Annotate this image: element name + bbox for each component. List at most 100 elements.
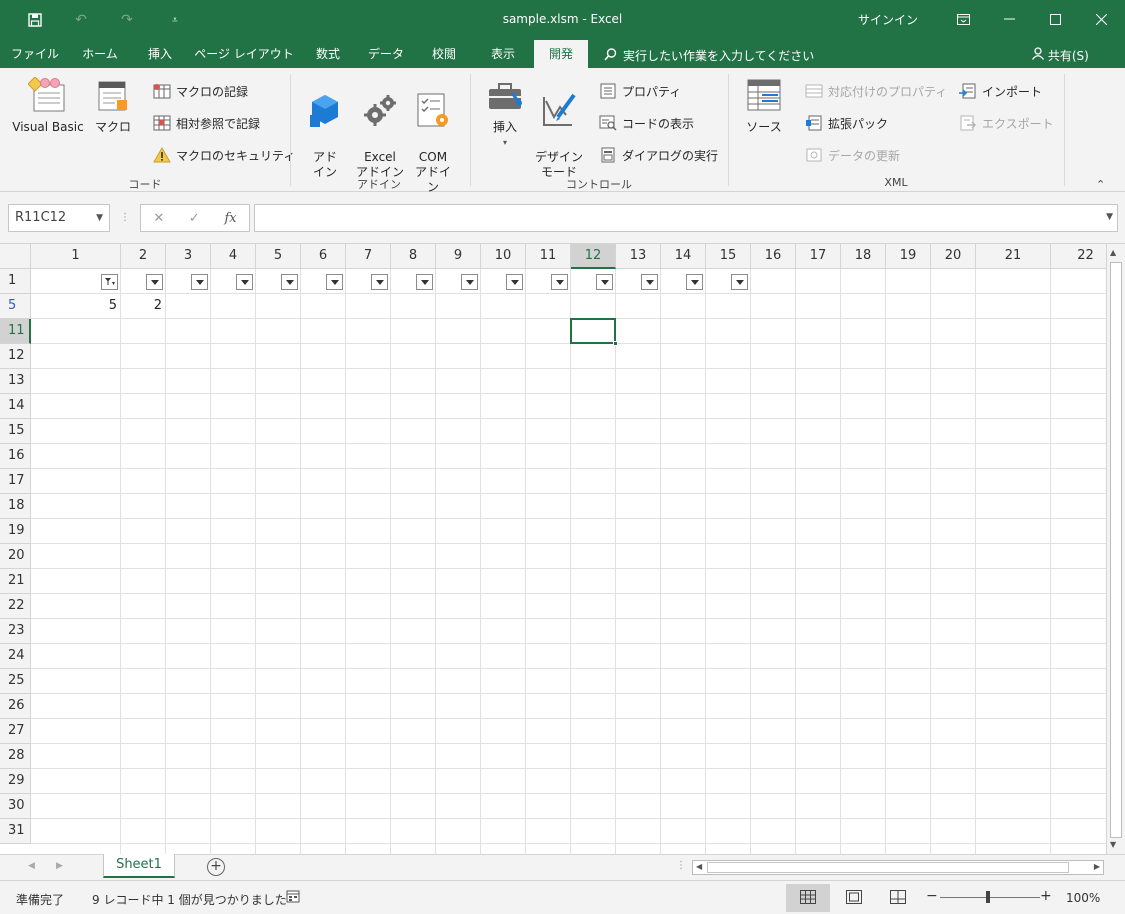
column-header-10[interactable]: 10 <box>481 244 526 269</box>
row-header-14[interactable]: 14 <box>0 394 31 419</box>
tab-insert[interactable]: 挿入 <box>136 40 184 68</box>
filter-dropdown-icon[interactable] <box>641 274 658 290</box>
expansion-packs-button[interactable]: 拡張パック <box>804 112 888 134</box>
vertical-scrollbar[interactable]: ▲ ▼ <box>1106 244 1125 854</box>
filter-dropdown-icon[interactable] <box>236 274 253 290</box>
horizontal-scroll-thumb[interactable] <box>707 862 1069 873</box>
select-all-corner[interactable] <box>0 244 31 269</box>
worksheet-grid[interactable]: 1 2 3 4 5 6 7 8 9 10 11 12 13 14 15 16 17 18 19 20 21 22 1 5 11 1… <box>0 244 1106 854</box>
column-header-8[interactable]: 8 <box>391 244 436 269</box>
scroll-left-icon[interactable]: ◀ <box>696 862 702 871</box>
normal-view-button[interactable] <box>786 884 830 912</box>
row-header-5[interactable]: 5 <box>0 294 31 319</box>
filter-dropdown-icon[interactable] <box>551 274 568 290</box>
row-header-15[interactable]: 15 <box>0 419 31 444</box>
row-header-12[interactable]: 12 <box>0 344 31 369</box>
cell-value[interactable]: 2 <box>121 298 162 313</box>
scroll-right-icon[interactable]: ▶ <box>1094 862 1100 871</box>
filter-dropdown-icon[interactable] <box>191 274 208 290</box>
import-button[interactable]: インポート <box>958 80 1042 102</box>
close-icon[interactable] <box>1078 4 1124 34</box>
tell-me-box[interactable]: 実行したい作業を入力してください <box>604 47 814 64</box>
column-header-14[interactable]: 14 <box>661 244 706 269</box>
xml-source-button[interactable]: ソース <box>740 76 788 135</box>
filter-dropdown-icon[interactable] <box>371 274 388 290</box>
tab-home[interactable]: ホーム <box>72 40 128 68</box>
record-macro-button[interactable]: マクロの記録 <box>152 80 248 102</box>
name-box[interactable]: R11C12 ▼ <box>8 204 110 232</box>
page-layout-view-button[interactable] <box>832 884 876 912</box>
sheet-prev-icon[interactable]: ◀ <box>28 861 35 871</box>
filter-dropdown-icon[interactable] <box>416 274 433 290</box>
active-cell[interactable] <box>570 318 618 346</box>
insert-control-button[interactable]: 挿入 ▾ <box>482 76 528 150</box>
ribbon-display-options-icon[interactable] <box>940 4 986 34</box>
tab-file[interactable]: ファイル <box>6 40 64 68</box>
filter-active-icon[interactable] <box>101 274 118 290</box>
column-header-6[interactable]: 6 <box>301 244 346 269</box>
column-header-13[interactable]: 13 <box>616 244 661 269</box>
row-header-25[interactable]: 25 <box>0 669 31 694</box>
zoom-slider-thumb[interactable] <box>986 891 990 903</box>
column-header-4[interactable]: 4 <box>211 244 256 269</box>
column-header-21[interactable]: 21 <box>976 244 1051 269</box>
row-header-27[interactable]: 27 <box>0 719 31 744</box>
column-header-15[interactable]: 15 <box>706 244 751 269</box>
macro-security-button[interactable]: マクロのセキュリティ <box>152 144 295 166</box>
add-sheet-icon[interactable]: + <box>207 858 225 876</box>
tab-formulas[interactable]: 数式 <box>304 40 352 68</box>
expand-formula-bar-icon[interactable]: ▼ <box>1106 212 1113 222</box>
row-header-1[interactable]: 1 <box>0 269 31 294</box>
zoom-level[interactable]: 100% <box>1066 891 1100 905</box>
formula-input[interactable]: ▼ <box>254 204 1118 232</box>
column-header-11[interactable]: 11 <box>526 244 571 269</box>
row-header-20[interactable]: 20 <box>0 544 31 569</box>
sheet-tab[interactable]: Sheet1 <box>103 854 175 878</box>
minimize-icon[interactable] <box>986 4 1032 34</box>
relative-reference-button[interactable]: 相対参照で記録 <box>152 112 260 134</box>
filter-dropdown-icon[interactable] <box>506 274 523 290</box>
column-header-22[interactable]: 22 <box>1051 244 1106 269</box>
maximize-icon[interactable] <box>1032 4 1078 34</box>
column-header-20[interactable]: 20 <box>931 244 976 269</box>
refresh-data-button[interactable]: データの更新 <box>804 144 900 166</box>
zoom-in-button[interactable]: + <box>1040 888 1052 904</box>
column-header-7[interactable]: 7 <box>346 244 391 269</box>
scroll-up-icon[interactable]: ▲ <box>1110 248 1116 257</box>
map-properties-button[interactable]: 対応付けのプロパティ <box>804 80 947 102</box>
row-header-11[interactable]: 11 <box>0 319 31 344</box>
zoom-slider-track[interactable] <box>940 897 1040 898</box>
vertical-scroll-thumb[interactable] <box>1110 262 1122 838</box>
properties-button[interactable]: プロパティ <box>598 80 681 102</box>
column-header-5[interactable]: 5 <box>256 244 301 269</box>
chevron-down-icon[interactable]: ▼ <box>96 205 103 231</box>
tab-page-layout[interactable]: ページ レイアウト <box>192 40 296 68</box>
column-header-17[interactable]: 17 <box>796 244 841 269</box>
row-header-18[interactable]: 18 <box>0 494 31 519</box>
collapse-ribbon-icon[interactable]: ⌃ <box>1096 178 1105 191</box>
cancel-icon[interactable]: ✕ <box>153 211 164 226</box>
tab-view[interactable]: 表示 <box>476 40 530 68</box>
page-break-view-button[interactable] <box>876 884 920 912</box>
row-header-29[interactable]: 29 <box>0 769 31 794</box>
drag-handle-icon[interactable]: ⋮ <box>120 212 130 223</box>
filter-dropdown-icon[interactable] <box>731 274 748 290</box>
sheet-next-icon[interactable]: ▶ <box>56 861 63 871</box>
accessibility-icon[interactable] <box>286 889 301 907</box>
row-header-22[interactable]: 22 <box>0 594 31 619</box>
column-header-19[interactable]: 19 <box>886 244 931 269</box>
column-header-2[interactable]: 2 <box>121 244 166 269</box>
enter-icon[interactable]: ✓ <box>189 211 200 226</box>
column-header-1[interactable]: 1 <box>31 244 121 269</box>
column-header-3[interactable]: 3 <box>166 244 211 269</box>
run-dialog-button[interactable]: ダイアログの実行 <box>598 144 718 166</box>
row-header-31[interactable]: 31 <box>0 819 31 844</box>
filter-dropdown-icon[interactable] <box>326 274 343 290</box>
macro-button[interactable]: マクロ <box>90 76 136 135</box>
cell-value[interactable]: 5 <box>31 298 117 313</box>
column-header-18[interactable]: 18 <box>841 244 886 269</box>
export-button[interactable]: エクスポート <box>958 112 1054 134</box>
row-header-19[interactable]: 19 <box>0 519 31 544</box>
column-header-12[interactable]: 12 <box>571 244 616 269</box>
row-header-28[interactable]: 28 <box>0 744 31 769</box>
